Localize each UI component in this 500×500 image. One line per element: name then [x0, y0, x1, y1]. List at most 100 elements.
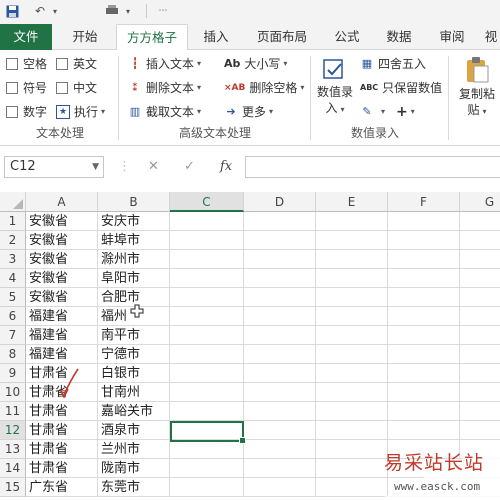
table-cell[interactable] [460, 212, 500, 231]
table-cell[interactable]: 蚌埠市 [98, 231, 170, 250]
value-entry-button[interactable]: 数值录 入 ▾ [314, 56, 356, 118]
table-cell[interactable]: 白银市 [98, 364, 170, 383]
table-cell[interactable] [460, 250, 500, 269]
table-cell[interactable] [244, 250, 316, 269]
table-cell[interactable]: 兰州市 [98, 440, 170, 459]
table-cell[interactable] [388, 402, 460, 421]
table-cell[interactable] [388, 250, 460, 269]
table-cell[interactable] [244, 345, 316, 364]
more-button[interactable]: ➔ 更多 ▾ [224, 102, 273, 122]
table-cell[interactable] [244, 269, 316, 288]
table-cell[interactable] [244, 231, 316, 250]
table-cell[interactable] [316, 421, 388, 440]
english-checkbox[interactable]: 英文 [56, 54, 97, 74]
undo-dropdown-icon[interactable]: ▾ [50, 2, 60, 20]
delete-space-button[interactable]: ×AB 删除空格 ▾ [224, 78, 304, 98]
table-cell[interactable]: 安徽省 [26, 231, 98, 250]
tab-home[interactable]: 开始 [60, 24, 110, 50]
tab-fangfang-gezi[interactable]: 方方格子 [116, 24, 188, 51]
plus-button[interactable]: + ▾ [396, 102, 415, 122]
table-cell[interactable] [170, 440, 244, 459]
row-header[interactable]: 3 [0, 250, 26, 269]
table-cell[interactable] [460, 383, 500, 402]
undo-icon[interactable]: ↶ [32, 2, 48, 20]
tab-view[interactable]: 视 [482, 24, 500, 50]
round-button[interactable]: ▦ 四舍五入 [360, 54, 426, 74]
table-cell[interactable] [388, 345, 460, 364]
table-cell[interactable] [460, 345, 500, 364]
number-checkbox[interactable]: 数字 [6, 102, 47, 122]
table-cell[interactable] [316, 212, 388, 231]
table-cell[interactable]: 甘肃省 [26, 459, 98, 478]
tab-page-layout[interactable]: 页面布局 [246, 24, 318, 50]
row-header[interactable]: 5 [0, 288, 26, 307]
row-header[interactable]: 12 [0, 421, 26, 440]
table-cell[interactable]: 福建省 [26, 345, 98, 364]
table-cell[interactable] [388, 231, 460, 250]
tab-review[interactable]: 审阅 [428, 24, 476, 50]
table-cell[interactable] [316, 269, 388, 288]
table-cell[interactable] [170, 345, 244, 364]
print-preview-icon[interactable] [104, 2, 120, 20]
extract-text-button[interactable]: ▥ 截取文本 ▾ [128, 102, 201, 122]
table-cell[interactable] [170, 459, 244, 478]
print-dropdown-icon[interactable]: ▾ [123, 2, 133, 20]
table-cell[interactable] [244, 307, 316, 326]
tab-file[interactable]: 文件 [0, 24, 52, 50]
table-cell[interactable] [316, 307, 388, 326]
execute-button[interactable]: ★ 执行 ▾ [56, 102, 105, 122]
row-header[interactable]: 4 [0, 269, 26, 288]
table-cell[interactable] [170, 478, 244, 497]
table-cell[interactable]: 陇南市 [98, 459, 170, 478]
table-cell[interactable] [388, 364, 460, 383]
table-cell[interactable]: 福建省 [26, 307, 98, 326]
table-cell[interactable] [170, 212, 244, 231]
row-header[interactable]: 14 [0, 459, 26, 478]
row-header[interactable]: 1 [0, 212, 26, 231]
table-cell[interactable] [244, 459, 316, 478]
table-cell[interactable] [170, 250, 244, 269]
table-cell[interactable] [388, 288, 460, 307]
table-cell[interactable] [316, 326, 388, 345]
table-cell[interactable] [388, 383, 460, 402]
table-cell[interactable]: 安庆市 [98, 212, 170, 231]
table-cell[interactable] [460, 288, 500, 307]
table-cell[interactable] [460, 421, 500, 440]
column-header-b[interactable]: B [98, 192, 170, 212]
cancel-icon[interactable]: ✕ [148, 158, 159, 176]
column-header-g[interactable]: G [460, 192, 500, 212]
save-icon[interactable] [4, 2, 20, 20]
tab-data[interactable]: 数据 [376, 24, 422, 50]
table-cell[interactable] [170, 307, 244, 326]
formula-input[interactable] [245, 156, 500, 178]
active-cell-selection[interactable] [170, 421, 246, 444]
table-cell[interactable] [316, 364, 388, 383]
table-cell[interactable] [244, 364, 316, 383]
row-header[interactable]: 15 [0, 478, 26, 497]
table-cell[interactable] [316, 345, 388, 364]
table-cell[interactable] [170, 402, 244, 421]
table-cell[interactable] [170, 269, 244, 288]
table-cell[interactable] [244, 478, 316, 497]
table-cell[interactable] [244, 440, 316, 459]
table-cell[interactable]: 福建省 [26, 326, 98, 345]
table-cell[interactable] [244, 212, 316, 231]
delete-text-button[interactable]: ⁑ 删除文本 ▾ [128, 78, 201, 98]
row-header[interactable]: 11 [0, 402, 26, 421]
table-cell[interactable]: 甘肃省 [26, 440, 98, 459]
tab-formulas[interactable]: 公式 [324, 24, 370, 50]
table-cell[interactable] [460, 326, 500, 345]
symbol-checkbox[interactable]: 符号 [6, 78, 47, 98]
table-cell[interactable] [244, 421, 316, 440]
table-cell[interactable] [316, 288, 388, 307]
table-cell[interactable] [388, 326, 460, 345]
row-header[interactable]: 9 [0, 364, 26, 383]
table-cell[interactable] [460, 269, 500, 288]
table-cell[interactable]: 阜阳市 [98, 269, 170, 288]
table-cell[interactable] [388, 212, 460, 231]
table-cell[interactable] [244, 326, 316, 345]
table-cell[interactable]: 安徽省 [26, 288, 98, 307]
table-cell[interactable] [460, 364, 500, 383]
customize-qat-icon[interactable]: ⋯ [156, 2, 170, 20]
table-cell[interactable]: 甘肃省 [26, 402, 98, 421]
